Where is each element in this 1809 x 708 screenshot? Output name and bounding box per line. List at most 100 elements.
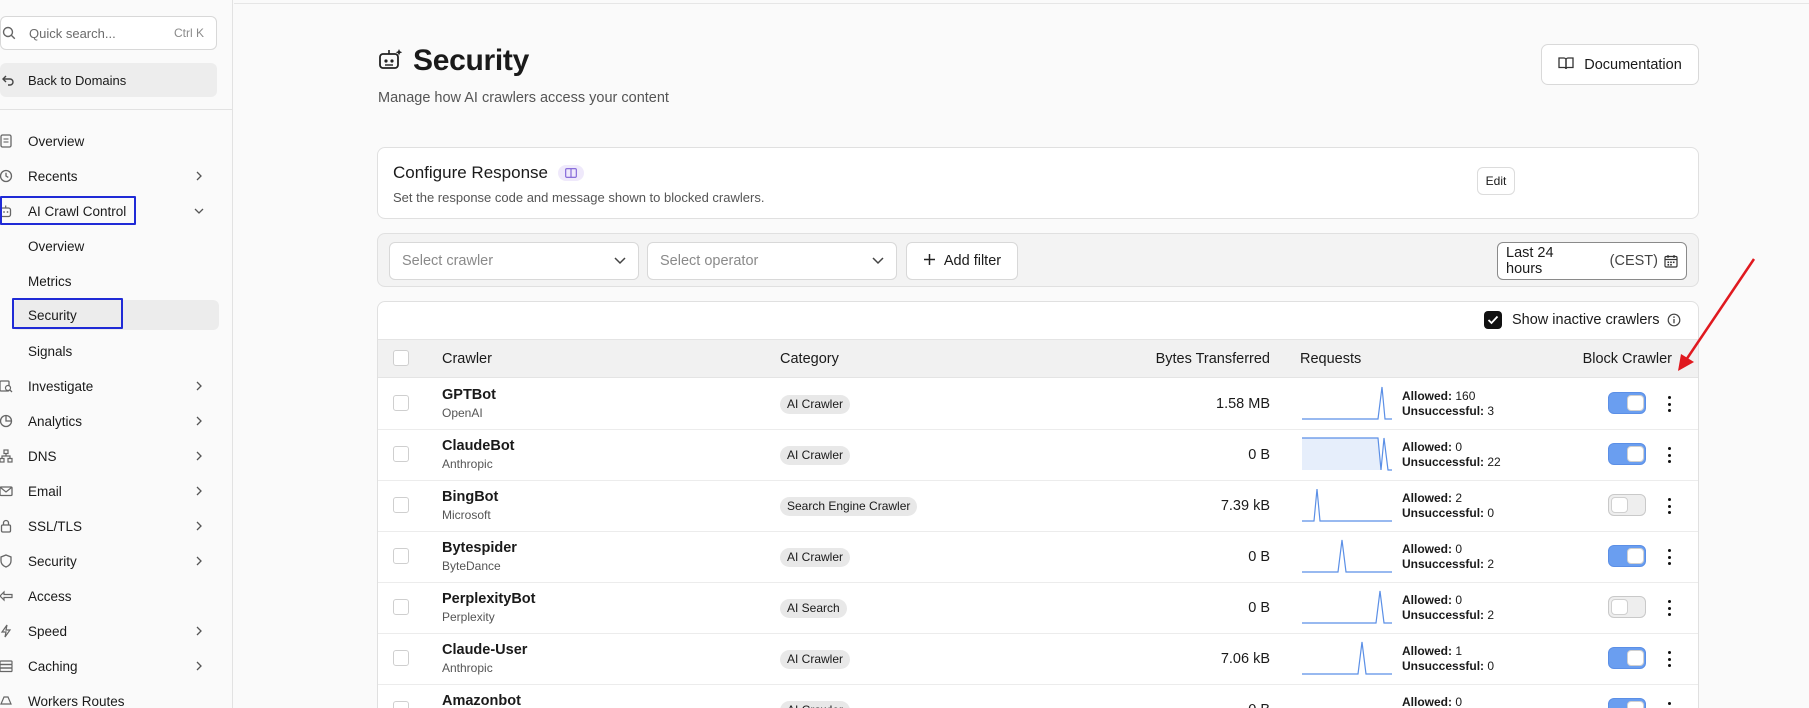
sidebar-item-caching[interactable]: Caching	[0, 651, 219, 681]
row-checkbox[interactable]	[393, 548, 409, 564]
block-crawler-toggle[interactable]	[1608, 698, 1646, 708]
chevron-right-icon[interactable]	[191, 451, 207, 461]
block-crawler-toggle[interactable]	[1608, 392, 1646, 414]
more-options-icon[interactable]	[1665, 445, 1673, 465]
row-checkbox[interactable]	[393, 497, 409, 513]
more-options-icon[interactable]	[1665, 649, 1673, 669]
time-range-picker[interactable]: Last 24 hours (CEST)	[1497, 242, 1687, 280]
table-row[interactable]: AmazonbotAmazonAI Crawler0 BAllowed: 0Un…	[378, 685, 1698, 708]
chevron-right-icon[interactable]	[191, 416, 207, 426]
operator-select[interactable]: Select operator	[647, 242, 897, 280]
allowed-count: 160	[1455, 389, 1476, 403]
chevron-right-icon[interactable]	[191, 171, 207, 181]
more-options-icon[interactable]	[1665, 496, 1673, 516]
sidebar-subitem-metrics[interactable]: Metrics	[12, 266, 219, 296]
sidebar-item-dns[interactable]: DNS	[0, 441, 219, 471]
unsuccessful-label: Unsuccessful:	[1402, 608, 1485, 622]
crawler-name[interactable]: ClaudeBot	[442, 438, 515, 454]
configure-title: Configure Response	[393, 163, 548, 182]
lock-icon	[0, 519, 15, 533]
shield-icon	[0, 554, 15, 568]
crawler-name[interactable]: Claude-User	[442, 642, 527, 658]
chevron-down-icon	[614, 253, 626, 269]
col-category[interactable]: Category	[780, 351, 839, 367]
sidebar-item-overview[interactable]: Overview	[0, 126, 219, 156]
sidebar-item-email[interactable]: Email	[0, 476, 219, 506]
table-row[interactable]: ClaudeBot Anthropic AI Crawler 0 B Allowed: …	[378, 430, 1698, 481]
table-row[interactable]: Claude-User Anthropic AI Crawler 7.06 kB All…	[378, 634, 1698, 685]
documentation-button[interactable]: Documentation	[1541, 44, 1699, 85]
sidebar-item-investigate[interactable]: Investigate	[0, 371, 219, 401]
col-bytes[interactable]: Bytes Transferred	[1156, 351, 1270, 367]
crawler-name[interactable]: Amazonbot	[442, 693, 521, 708]
table-row[interactable]: BingBot Microsoft Search Engine Crawler 7.3…	[378, 481, 1698, 532]
chevron-right-icon[interactable]	[191, 521, 207, 531]
block-crawler-toggle[interactable]	[1608, 443, 1646, 465]
toggle-knob	[1627, 446, 1644, 462]
sidebar-subitem-signals[interactable]: Signals	[12, 336, 219, 366]
back-to-domains-button[interactable]: Back to Domains	[0, 63, 217, 97]
sidebar-subitem-overview[interactable]: Overview	[12, 231, 219, 261]
chevron-right-icon[interactable]	[191, 486, 207, 496]
category-badge: AI Crawler	[780, 395, 851, 414]
row-checkbox[interactable]	[393, 395, 409, 411]
crawler-select[interactable]: Select crawler	[389, 242, 639, 280]
row-checkbox[interactable]	[393, 650, 409, 666]
block-crawler-toggle[interactable]	[1608, 545, 1646, 567]
col-crawler[interactable]: Crawler	[442, 351, 492, 367]
docs-badge-icon[interactable]	[557, 165, 584, 181]
block-crawler-toggle[interactable]	[1608, 647, 1646, 669]
crawler-vendor: Anthropic	[442, 661, 493, 675]
show-inactive-checkbox[interactable]	[1484, 311, 1502, 329]
unsuccessful-label: Unsuccessful:	[1402, 659, 1485, 673]
toggle-knob	[1627, 548, 1644, 564]
col-block-crawler[interactable]: Block Crawler	[1583, 351, 1672, 367]
select-all-checkbox[interactable]	[393, 350, 409, 366]
row-checkbox[interactable]	[393, 446, 409, 462]
row-checkbox[interactable]	[393, 599, 409, 615]
table-row[interactable]: GPTBot OpenAI AI Crawler 1.58 MB Allowed: 16…	[378, 379, 1698, 430]
chevron-right-icon[interactable]	[191, 626, 207, 636]
quick-search-input[interactable]: Quick search... Ctrl K	[0, 16, 217, 50]
configure-response-card: Configure Response Set the response code…	[377, 147, 1699, 219]
sidebar-item-access[interactable]: Access	[0, 581, 219, 611]
bytes-transferred: 1.58 MB	[1216, 396, 1270, 412]
unsuccessful-label: Unsuccessful:	[1402, 557, 1485, 571]
chevron-right-icon[interactable]	[191, 381, 207, 391]
crawler-name[interactable]: BingBot	[442, 489, 498, 505]
sidebar-subitem-security[interactable]: Security	[12, 300, 219, 330]
table-row[interactable]: Bytespider ByteDance AI Crawler 0 B Allowed:…	[378, 532, 1698, 583]
sidebar-item-ai-crawl-control[interactable]: AI Crawl Control	[0, 196, 219, 226]
block-crawler-toggle[interactable]	[1608, 596, 1646, 618]
add-filter-button[interactable]: Add filter	[906, 242, 1018, 280]
sidebar-item-workers-routes[interactable]: Workers Routes	[0, 686, 219, 708]
crawler-vendor: ByteDance	[442, 559, 501, 573]
col-requests[interactable]: Requests	[1300, 351, 1361, 367]
crawler-name[interactable]: Bytespider	[442, 540, 517, 556]
annotation-arrow-icon	[1678, 258, 1756, 371]
block-crawler-toggle[interactable]	[1608, 494, 1646, 516]
chevron-right-icon[interactable]	[191, 661, 207, 671]
more-options-icon[interactable]	[1665, 598, 1673, 618]
table-row[interactable]: PerplexityBot Perplexity AI Search 0 B Allow…	[378, 583, 1698, 634]
sidebar-item-security[interactable]: Security	[0, 546, 219, 576]
crawler-name[interactable]: PerplexityBot	[442, 591, 535, 607]
request-stats: Allowed: 2 Unsuccessful: 0	[1402, 491, 1494, 521]
more-options-icon[interactable]	[1665, 394, 1673, 414]
pie-chart-icon	[0, 414, 15, 428]
sidebar-item-ssl-tls[interactable]: SSL/TLS	[0, 511, 219, 541]
sidebar-item-analytics[interactable]: Analytics	[0, 406, 219, 436]
more-options-icon[interactable]	[1665, 547, 1673, 567]
crawler-name[interactable]: GPTBot	[442, 387, 496, 403]
sidebar-item-speed[interactable]: Speed	[0, 616, 219, 646]
show-inactive-toggle[interactable]: Show inactive crawlers	[1484, 311, 1681, 329]
sidebar-item-recents[interactable]: Recents	[0, 161, 219, 191]
chevron-right-icon[interactable]	[191, 556, 207, 566]
edit-button[interactable]: Edit	[1477, 167, 1515, 195]
sidebar-item-label: Caching	[28, 658, 78, 674]
chevron-down-icon[interactable]	[191, 208, 207, 215]
requests-sparkline	[1302, 590, 1392, 624]
row-checkbox[interactable]	[393, 701, 409, 708]
more-options-icon[interactable]	[1665, 700, 1673, 708]
crawler-select-placeholder: Select crawler	[402, 253, 494, 269]
